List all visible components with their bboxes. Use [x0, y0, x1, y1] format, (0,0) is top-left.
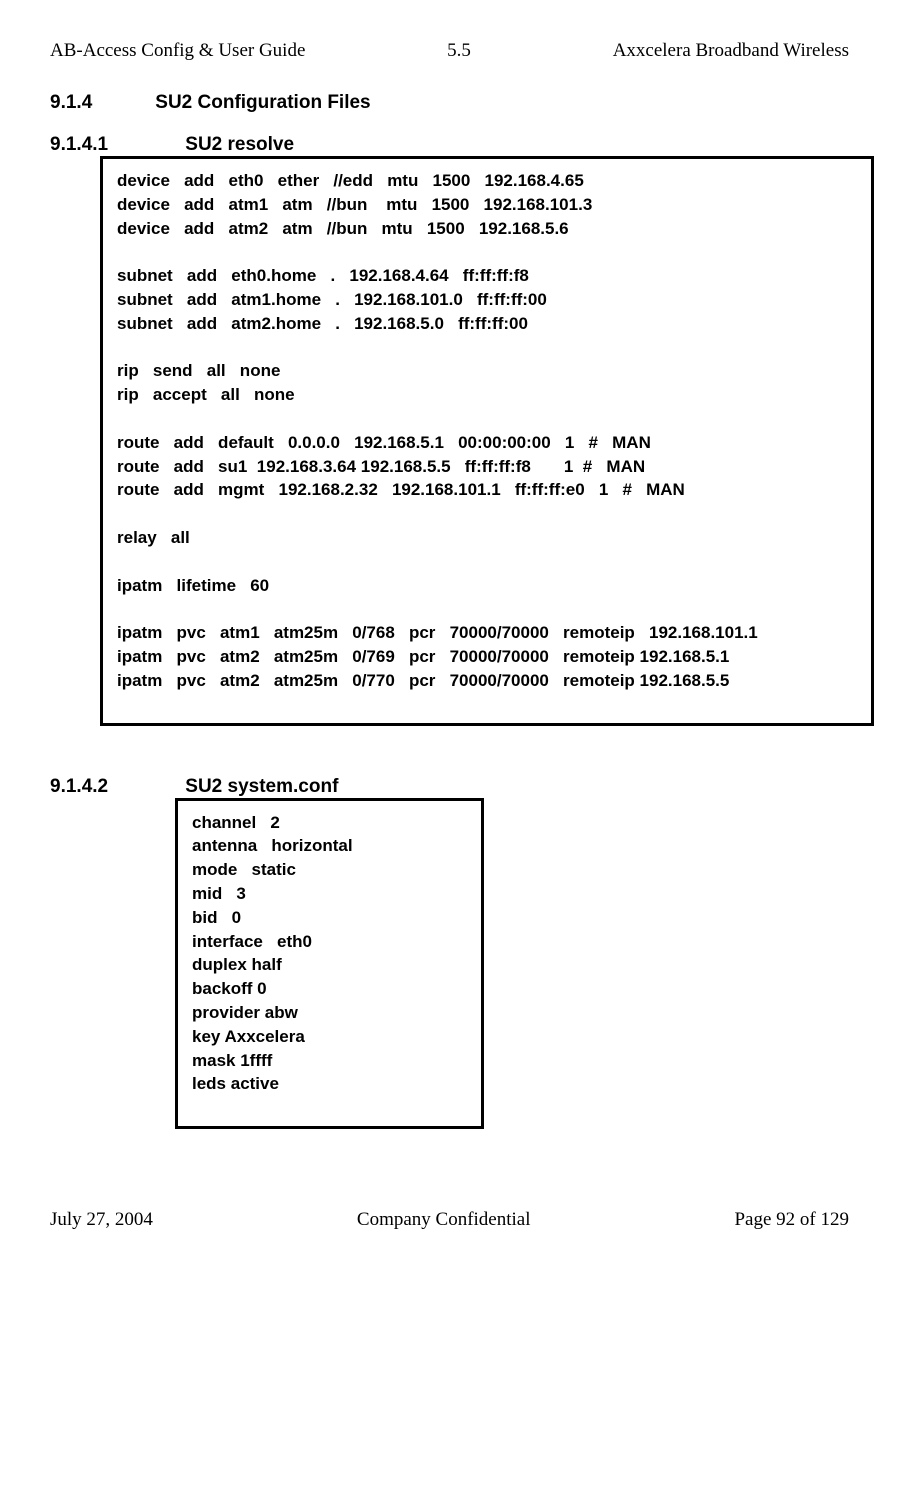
section-9142-heading: 9.1.4.2 SU2 system.conf	[50, 776, 849, 798]
footer-right: Page 92 of 129	[734, 1209, 849, 1231]
section-9141-heading: 9.1.4.1 SU2 resolve	[50, 134, 849, 156]
header-left: AB-Access Config & User Guide	[50, 40, 305, 62]
su2-system-conf-config: channel 2 antenna horizontal mode static…	[175, 798, 484, 1130]
page-footer: July 27, 2004 Company Confidential Page …	[50, 1209, 849, 1231]
header-center: 5.5	[447, 40, 471, 62]
section-9141-title: SU2 resolve	[185, 134, 294, 155]
page-header: AB-Access Config & User Guide 5.5 Axxcel…	[50, 40, 849, 62]
header-right: Axxcelera Broadband Wireless	[613, 40, 849, 62]
section-914-title: SU2 Configuration Files	[155, 92, 370, 113]
section-9142-number: 9.1.4.2	[50, 776, 180, 798]
footer-center: Company Confidential	[357, 1209, 531, 1231]
section-9142-title: SU2 system.conf	[185, 776, 338, 797]
section-914-number: 9.1.4	[50, 92, 150, 114]
footer-left: July 27, 2004	[50, 1209, 153, 1231]
section-9141-number: 9.1.4.1	[50, 134, 180, 156]
su2-resolve-config: device add eth0 ether //edd mtu 1500 192…	[100, 156, 874, 726]
section-914-heading: 9.1.4 SU2 Configuration Files	[50, 92, 849, 114]
